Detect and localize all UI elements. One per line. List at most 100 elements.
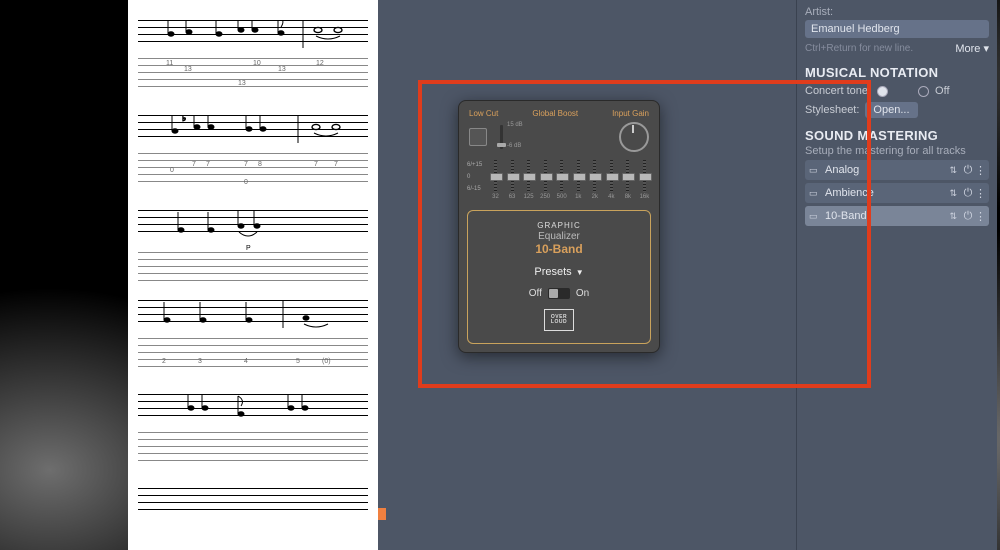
freq-label: 1k	[572, 194, 585, 200]
tab-staff: 0 7 7 7 0 8 7 7	[138, 153, 368, 187]
mastering-heading: SOUND MASTERING	[805, 128, 989, 143]
stylesheet-open-button[interactable]: Open...	[865, 102, 917, 118]
tab-number: 11	[166, 60, 173, 67]
freq-label: 32	[489, 194, 502, 200]
graphic-label: GRAPHIC	[476, 221, 642, 230]
concert-tone-off-label: Off	[935, 85, 949, 97]
tab-staff	[138, 252, 368, 286]
tab-staff: 2 3 4 5 (0)	[138, 338, 368, 372]
eq-band-slider[interactable]	[621, 160, 634, 192]
fx-icon: ▭	[809, 211, 825, 222]
tab-number: 10	[253, 60, 261, 67]
more-icon[interactable]: ⋮	[975, 187, 985, 200]
freq-label: 63	[506, 194, 519, 200]
notation-heading: MUSICAL NOTATION	[805, 65, 989, 80]
concert-tone-radio-on[interactable]	[877, 86, 888, 97]
freq-label: 250	[539, 194, 552, 200]
eq-10band-panel[interactable]: Low Cut Global Boost Input Gain 15 dB -6…	[458, 100, 660, 353]
tab-number: (0)	[322, 358, 331, 365]
tab-number: 7	[314, 161, 318, 168]
more-button[interactable]: More ▾	[955, 42, 989, 55]
freq-label: 16k	[638, 194, 651, 200]
music-notes	[138, 394, 368, 434]
tab-number: 0	[170, 167, 174, 174]
overloud-logo: OVERLOUD	[544, 309, 574, 331]
eq-band-slider[interactable]	[605, 160, 618, 192]
fx-icon: ▭	[809, 188, 825, 199]
stylesheet-label: Stylesheet:	[805, 104, 859, 116]
music-notes: ♭	[138, 115, 368, 155]
off-label: Off	[529, 288, 542, 299]
eq-band-slider[interactable]	[539, 160, 552, 192]
concert-tone-radio-off[interactable]	[918, 86, 929, 97]
tab-number: 7	[206, 161, 210, 168]
eq-band-slider[interactable]	[572, 160, 585, 192]
concert-tone-label: Concert tone:	[805, 85, 871, 97]
mastering-name: 10-Band	[825, 210, 945, 222]
svg-text:♭: ♭	[182, 115, 186, 123]
power-icon[interactable]: ⏻	[961, 210, 975, 223]
more-icon[interactable]: ⋮	[975, 210, 985, 223]
mastering-row[interactable]: ▭Ambience ⇅ ⏻⋮	[805, 183, 989, 203]
global-boost-slider[interactable]: 15 dB -6 dB	[497, 123, 531, 151]
tab-number: 3	[198, 358, 202, 365]
tab-number: 0	[244, 179, 248, 186]
equalizer-label: Equalizer	[476, 231, 642, 242]
fx-icon: ▭	[809, 165, 825, 176]
tab-number: 7	[334, 161, 338, 168]
tab-staff: 11 13 13 10 13 12	[138, 58, 368, 92]
more-icon[interactable]: ⋮	[975, 164, 985, 177]
input-gain-knob[interactable]	[619, 122, 649, 152]
eq-band-slider[interactable]	[522, 160, 535, 192]
updown-icon[interactable]: ⇅	[949, 211, 957, 222]
tab-staff	[138, 432, 368, 466]
staff-notation	[138, 488, 368, 516]
tab-number: 13	[278, 66, 286, 73]
artist-input[interactable]: Emanuel Hedberg	[805, 20, 989, 38]
mastering-sub: Setup the mastering for all tracks	[805, 145, 989, 157]
tab-number: 13	[238, 80, 246, 87]
tab-number: 4	[244, 358, 248, 365]
global-boost-label: Global Boost	[532, 109, 578, 118]
on-label: On	[576, 288, 589, 299]
input-gain-label: Input Gain	[612, 109, 649, 118]
chevron-down-icon: ▼	[576, 268, 584, 277]
freq-label: 4k	[605, 194, 618, 200]
mastering-name: Ambience	[825, 187, 945, 199]
slider-scale: 6/+15 0 6/-15	[467, 162, 482, 192]
staff-notation: ♭	[138, 20, 368, 48]
mastering-name: Analog	[825, 164, 945, 176]
playhead-marker[interactable]	[378, 508, 386, 520]
eq-band-slider[interactable]	[588, 160, 601, 192]
low-cut-label: Low Cut	[469, 109, 498, 118]
artist-label: Artist:	[805, 6, 989, 18]
tab-number: 7	[244, 161, 248, 168]
svg-text:P: P	[246, 245, 251, 252]
mastering-row[interactable]: ▭10-Band ⇅ ⏻⋮	[805, 206, 989, 226]
power-icon[interactable]: ⏻	[961, 164, 975, 177]
tab-number: 2	[162, 358, 166, 365]
inspector-sidebar: Artist: Emanuel Hedberg Ctrl+Return for …	[796, 0, 997, 550]
eq-name: 10-Band	[476, 242, 642, 256]
newline-hint: Ctrl+Return for new line.	[805, 43, 913, 54]
staff-notation	[138, 394, 368, 422]
eq-band-slider[interactable]	[489, 160, 502, 192]
tab-number: 7	[192, 161, 196, 168]
low-cut-button[interactable]	[469, 128, 487, 146]
power-icon[interactable]: ⏻	[961, 187, 975, 200]
eq-band-slider[interactable]	[506, 160, 519, 192]
eq-on-off-switch[interactable]	[548, 288, 570, 299]
updown-icon[interactable]: ⇅	[949, 165, 957, 176]
eq-band-slider[interactable]	[638, 160, 651, 192]
boost-max-label: 15 dB	[507, 122, 523, 128]
mastering-row[interactable]: ▭Analog ⇅ ⏻⋮	[805, 160, 989, 180]
eq-band-slider[interactable]	[555, 160, 568, 192]
staff-notation: ♭	[138, 115, 368, 143]
staff-notation	[138, 300, 368, 328]
boost-min-label: -6 dB	[507, 143, 521, 149]
presets-dropdown[interactable]: Presets▼	[476, 266, 642, 278]
score-pane[interactable]: ♭ 11 13 13 10	[128, 0, 378, 550]
freq-label: 500	[555, 194, 568, 200]
updown-icon[interactable]: ⇅	[949, 188, 957, 199]
tab-number: 12	[316, 60, 324, 67]
